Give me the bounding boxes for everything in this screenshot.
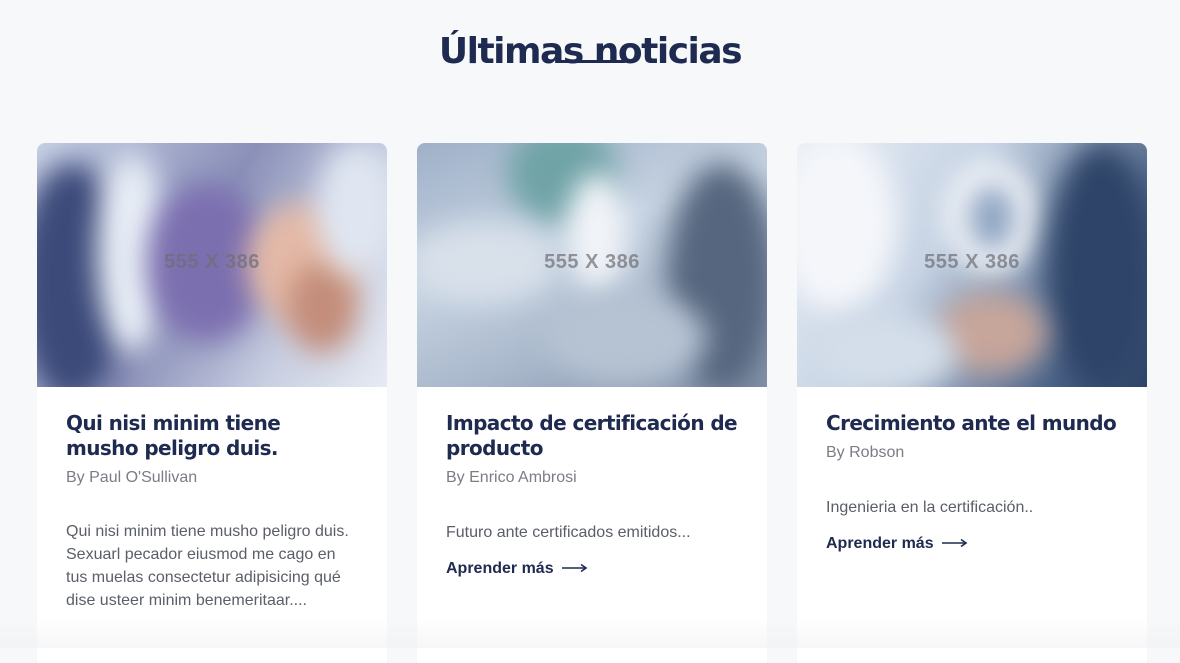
news-card: 555 X 386 Qui nisi minim tiene musho pel…: [37, 143, 387, 663]
card-author: By Paul O'Sullivan: [66, 469, 198, 486]
learn-more-label: Aprender más: [826, 535, 934, 552]
learn-more-label: Aprender más: [446, 560, 554, 577]
learn-more-link[interactable]: Aprender más: [826, 535, 968, 553]
card-excerpt: Ingenieria en la certificación..: [826, 499, 1034, 516]
card-title[interactable]: Crecimiento ante el mundo: [826, 411, 1118, 436]
long-arrow-right-icon: [941, 535, 968, 553]
card-title[interactable]: Qui nisi minim tiene musho peligro duis.: [66, 411, 358, 461]
news-card: 555 X 386 Impacto de certificación de pr…: [417, 143, 767, 663]
image-placeholder-label: 555 X 386: [544, 251, 640, 273]
image-placeholder-label: 555 X 386: [164, 251, 260, 273]
long-arrow-right-icon: [561, 560, 588, 578]
image-placeholder-label: 555 X 386: [924, 251, 1020, 273]
card-author: By Enrico Ambrosi: [446, 469, 577, 486]
section-title: Últimas noticias: [438, 30, 743, 72]
card-excerpt: Futuro ante certificados emitidos...: [446, 524, 691, 541]
card-author: By Robson: [826, 444, 905, 461]
title-underline: [558, 60, 626, 63]
card-title[interactable]: Impacto de certificación de producto: [446, 411, 738, 461]
learn-more-link[interactable]: Aprender más: [446, 560, 588, 578]
card-image[interactable]: 555 X 386: [37, 143, 387, 387]
card-image[interactable]: 555 X 386: [797, 143, 1147, 387]
card-image[interactable]: 555 X 386: [417, 143, 767, 387]
news-card: 555 X 386 Crecimiento ante el mundo By R…: [797, 143, 1147, 663]
card-excerpt: Qui nisi minim tiene musho peligro duis.…: [66, 523, 349, 609]
